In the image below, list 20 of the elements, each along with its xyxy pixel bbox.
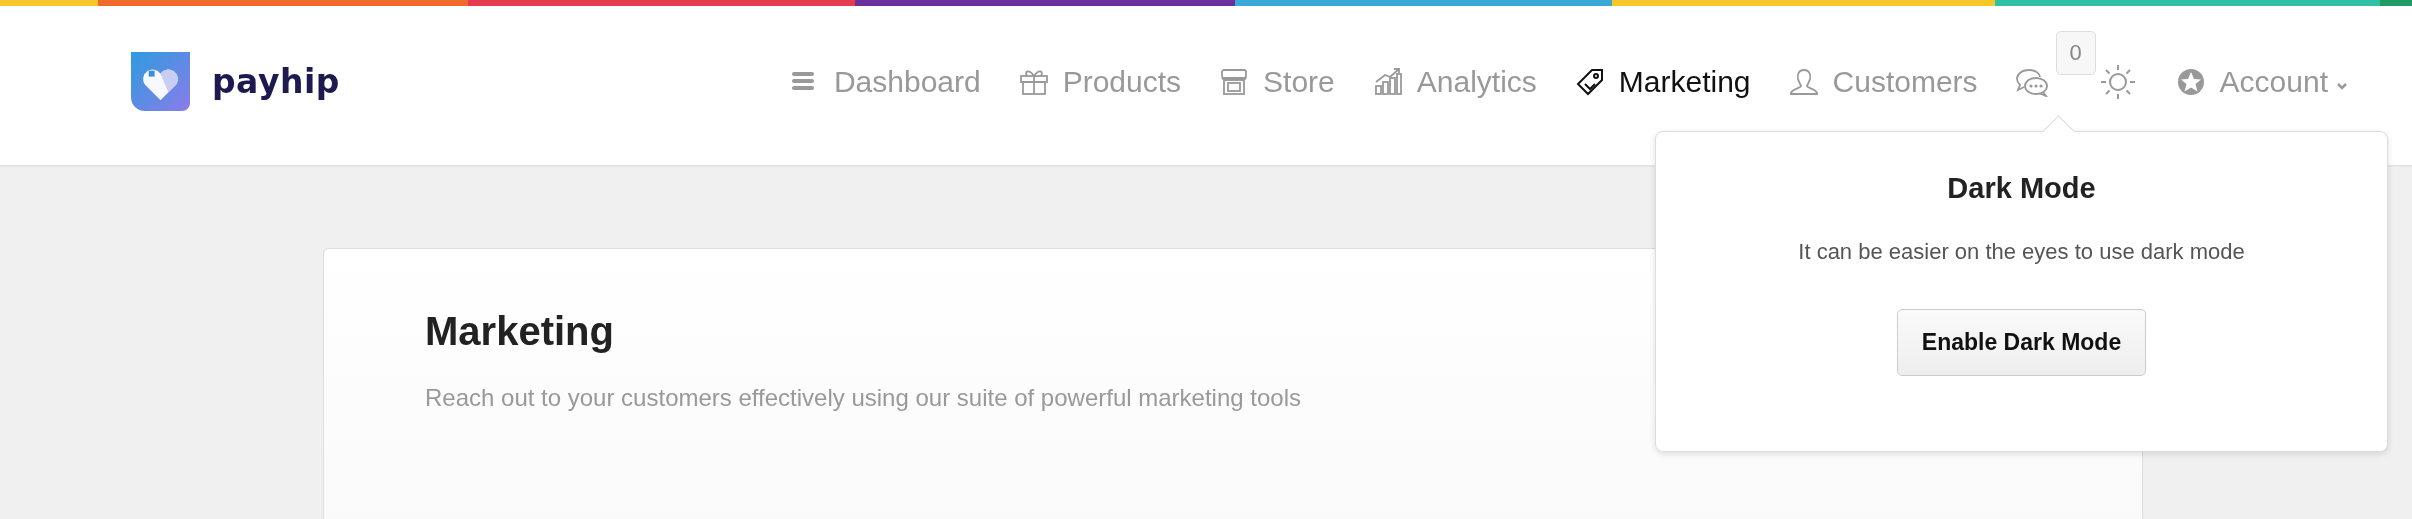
nav-link[interactable]: Account (2175, 64, 2348, 99)
page-title: Marketing (425, 309, 614, 354)
store-icon (1219, 66, 1250, 97)
nav-link[interactable]: Store (1219, 64, 1335, 99)
nav-link[interactable]: Marketing (1574, 64, 1751, 99)
popover-title: Dark Mode (1947, 172, 2096, 205)
tag-icon (1574, 66, 1605, 97)
nav-link[interactable]: Customers (1788, 64, 1978, 99)
nav-link[interactable]: Analytics (1372, 64, 1537, 99)
popover-text: It can be easier on the eyes to use dark mode (1798, 239, 2245, 265)
bar-chart-icon (1372, 66, 1403, 97)
nav-link[interactable]: Products (1018, 64, 1182, 99)
logo-text: payhip (212, 62, 340, 101)
enable-dark-mode-button[interactable]: Enable Dark Mode (1896, 309, 2147, 376)
person-icon (1788, 66, 1819, 97)
page-subtitle: Reach out to your customers effectively using our suite of powerful marketing tools (425, 384, 1301, 412)
message-count-badge: 0 (2055, 30, 2096, 75)
nav-link[interactable]: Dashboard (789, 64, 981, 99)
logo-icon (131, 52, 190, 111)
chat-bubbles-icon[interactable] (2015, 66, 2048, 97)
